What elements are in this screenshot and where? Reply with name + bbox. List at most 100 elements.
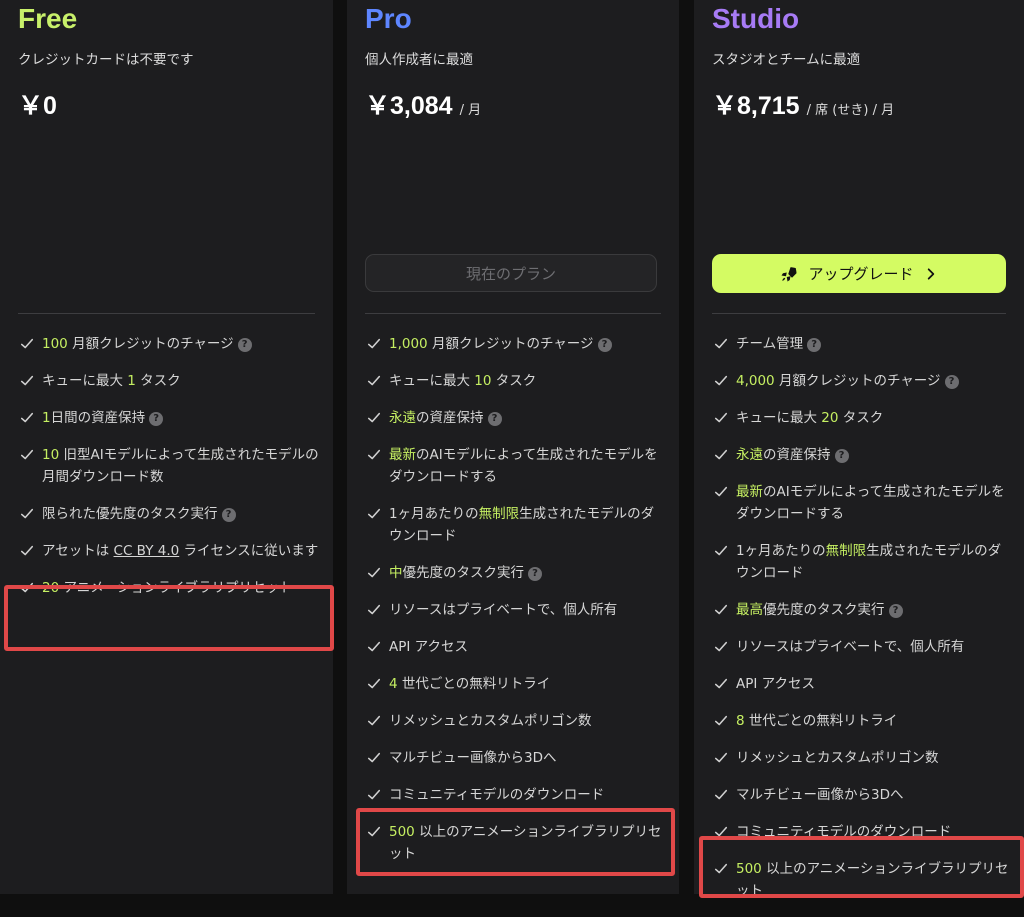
check-icon bbox=[367, 508, 381, 519]
check-icon bbox=[714, 338, 728, 349]
feature-text: キューに最大 bbox=[389, 373, 475, 389]
chevron-right-icon bbox=[927, 267, 934, 280]
current-plan-button: 現在のプラン bbox=[365, 254, 657, 292]
feature-highlight: 20 bbox=[821, 410, 839, 426]
check-icon bbox=[20, 412, 34, 423]
feature-highlight: 10 bbox=[474, 373, 492, 389]
help-icon[interactable]: ? bbox=[237, 338, 252, 352]
price-unit: / 席 (せき) / 月 bbox=[806, 103, 895, 118]
feature-item: 最新のAIモデルによって生成されたモデルをダウンロードする bbox=[365, 444, 665, 488]
help-icon[interactable]: ? bbox=[834, 449, 849, 463]
feature-item: 1ヶ月あたりの無制限生成されたモデルのダウンロード bbox=[712, 540, 1010, 584]
feature-text: 以上のアニメーションライブラリプリセット bbox=[736, 861, 1009, 899]
feature-text: コミュニティモデルのダウンロード bbox=[389, 787, 605, 803]
feature-item: アセットは CC BY 4.0 ライセンスに従います bbox=[18, 540, 319, 562]
plan-name: Pro bbox=[365, 3, 412, 34]
feature-list: 100 月額クレジットのチャージ? キューに最大 1 タスク 1日間の資産保持? 10… bbox=[18, 333, 319, 614]
rocket-icon bbox=[781, 266, 797, 281]
feature-item: 1,000 月額クレジットのチャージ? bbox=[365, 333, 665, 355]
price-amount: ￥0 bbox=[18, 92, 57, 120]
check-icon bbox=[367, 604, 381, 615]
check-icon bbox=[367, 752, 381, 763]
feature-text: タスク bbox=[838, 410, 884, 426]
check-icon bbox=[367, 826, 381, 837]
feature-text: リメッシュとカスタムポリゴン数 bbox=[389, 713, 592, 729]
help-icon[interactable]: ? bbox=[221, 508, 236, 522]
feature-text: リメッシュとカスタムポリゴン数 bbox=[736, 750, 939, 766]
help-icon[interactable]: ? bbox=[597, 338, 612, 352]
feature-item: 永遠の資産保持? bbox=[712, 444, 1010, 466]
feature-item: 20 アニメーションライブラリプリセット bbox=[18, 577, 319, 599]
feature-item: チーム管理? bbox=[712, 333, 1010, 355]
help-icon[interactable]: ? bbox=[888, 604, 903, 618]
plan-price: ￥8,715 / 席 (せき) / 月 bbox=[712, 86, 894, 122]
feature-item: キューに最大 1 タスク bbox=[18, 370, 319, 392]
feature-item: 1日間の資産保持? bbox=[18, 407, 319, 429]
help-icon[interactable]: ? bbox=[487, 412, 502, 426]
feature-text: キューに最大 bbox=[736, 410, 822, 426]
check-icon bbox=[20, 508, 34, 519]
feature-text: 世代ごとの無料リトライ bbox=[744, 713, 898, 729]
check-icon bbox=[714, 486, 728, 497]
feature-text: の資産保持 bbox=[416, 410, 484, 426]
help-icon[interactable]: ? bbox=[944, 375, 959, 389]
feature-item: 最新のAIモデルによって生成されたモデルをダウンロードする bbox=[712, 481, 1010, 525]
feature-item: リソースはプライベートで、個人所有 bbox=[365, 599, 665, 621]
divider bbox=[712, 313, 1006, 314]
check-icon bbox=[367, 641, 381, 652]
feature-highlight: 1,000 bbox=[389, 336, 428, 352]
help-icon[interactable]: ? bbox=[807, 338, 822, 352]
feature-text: 旧型AIモデルによって生成されたモデルの月間ダウンロード数 bbox=[42, 447, 319, 485]
feature-highlight: 最新 bbox=[736, 484, 763, 500]
feature-item: 最高優先度のタスク実行? bbox=[712, 599, 1010, 621]
feature-highlight: 500 bbox=[736, 861, 762, 877]
feature-text: 月額クレジットのチャージ bbox=[774, 373, 941, 389]
check-icon bbox=[714, 545, 728, 556]
check-icon bbox=[367, 715, 381, 726]
feature-item: マルチビュー画像から3Dへ bbox=[712, 784, 1010, 806]
check-icon bbox=[20, 449, 34, 460]
feature-item: キューに最大 20 タスク bbox=[712, 407, 1010, 429]
feature-text: コミュニティモデルのダウンロード bbox=[736, 824, 952, 840]
feature-text: マルチビュー画像から3Dへ bbox=[736, 787, 904, 803]
plan-name: Free bbox=[18, 3, 78, 34]
feature-text: 優先度のタスク実行 bbox=[402, 565, 525, 581]
feature-highlight: 無制限 bbox=[478, 506, 520, 522]
feature-item: 100 月額クレジットのチャージ? bbox=[18, 333, 319, 355]
help-icon[interactable]: ? bbox=[149, 412, 164, 426]
plan-description: 個人作成者に最適 bbox=[365, 52, 473, 68]
upgrade-button[interactable]: アップグレード bbox=[712, 254, 1006, 293]
price-amount: ￥8,715 bbox=[712, 92, 800, 120]
help-icon[interactable]: ? bbox=[528, 567, 542, 581]
check-icon bbox=[367, 449, 381, 460]
feature-item: 10 旧型AIモデルによって生成されたモデルの月間ダウンロード数 bbox=[18, 444, 319, 488]
feature-text: の資産保持 bbox=[763, 447, 831, 463]
check-icon bbox=[20, 338, 34, 349]
check-icon bbox=[714, 641, 728, 652]
check-icon bbox=[714, 863, 728, 874]
plan-price: ￥0 bbox=[18, 86, 57, 122]
check-icon bbox=[367, 375, 381, 386]
check-icon bbox=[714, 826, 728, 837]
price-amount: ￥3,084 bbox=[365, 92, 453, 120]
feature-item: リソースはプライベートで、個人所有 bbox=[712, 636, 1010, 658]
feature-item: 8 世代ごとの無料リトライ bbox=[712, 710, 1010, 732]
feature-item: API アクセス bbox=[712, 673, 1010, 695]
feature-item: キューに最大 10 タスク bbox=[365, 370, 665, 392]
feature-item: 500 以上のアニメーションライブラリプリセット bbox=[712, 858, 1010, 902]
feature-item: コミュニティモデルのダウンロード bbox=[712, 821, 1010, 843]
check-icon bbox=[367, 567, 381, 578]
feature-text: 日間の資産保持 bbox=[50, 410, 146, 426]
feature-text: リソースはプライベートで、個人所有 bbox=[736, 639, 965, 655]
check-icon bbox=[714, 375, 728, 386]
divider bbox=[18, 313, 315, 314]
check-icon bbox=[714, 604, 728, 615]
check-icon bbox=[714, 412, 728, 423]
feature-text: タスク bbox=[491, 373, 537, 389]
plan-card-studio: Studio スタジオとチームに最適 ￥8,715 / 席 (せき) / 月 ア… bbox=[694, 0, 1024, 899]
feature-text: ライセンスに従います bbox=[179, 543, 319, 559]
feature-highlight: 1 bbox=[42, 410, 51, 426]
feature-text: 1ヶ月あたりの bbox=[389, 506, 479, 522]
check-icon bbox=[20, 582, 34, 593]
feature-highlight: 4,000 bbox=[736, 373, 775, 389]
